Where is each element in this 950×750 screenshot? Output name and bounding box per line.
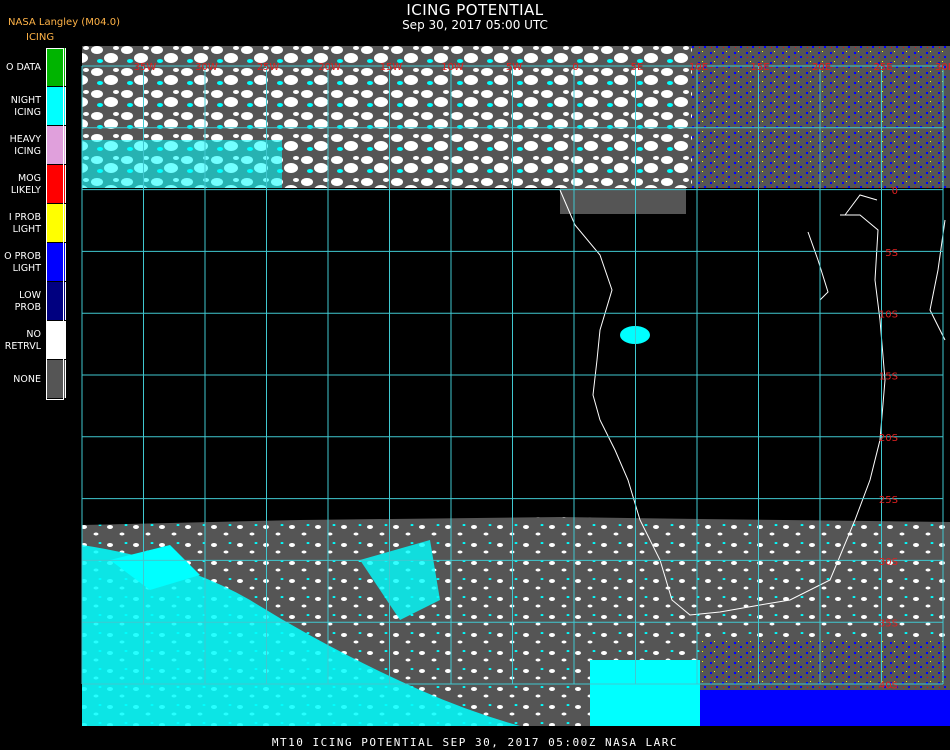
longitude-label: 15E (750, 62, 769, 73)
latitude-label: 30S (879, 557, 898, 568)
latitude-label: 0 (892, 186, 898, 197)
latitude-label: 5S (885, 248, 898, 259)
latitude-label: 35S (879, 619, 898, 630)
legend-label: I PROB LIGHT (8, 211, 41, 235)
latitude-label: 15S (879, 371, 898, 382)
longitude-label: 10W (441, 62, 464, 73)
legend-item: LOW PROB (0, 282, 66, 321)
longitude-label: 30E (935, 62, 950, 73)
legend-title: ICING (26, 32, 55, 43)
legend-label: NONE (13, 373, 41, 385)
footer-caption: MT10 ICING POTENTIAL SEP 30, 2017 05:00Z… (271, 736, 679, 749)
legend-swatch (46, 360, 66, 398)
longitude-label: 10E (689, 62, 708, 73)
latitude-label: 20S (879, 433, 898, 444)
longitude-label: 5E (631, 62, 644, 73)
longitude-label: 15W (380, 62, 403, 73)
latitude-label: 10S (879, 310, 898, 321)
longitude-label: 20W (318, 62, 341, 73)
longitude-label: 25W (257, 62, 280, 73)
legend-label: NO RETRVL (4, 328, 41, 352)
legend-label: O PROB LIGHT (4, 250, 41, 274)
legend-swatch (46, 126, 66, 164)
legend-swatch (46, 165, 66, 203)
legend-swatch (46, 243, 66, 281)
chart-title: ICING POTENTIAL (406, 1, 544, 19)
source-label: NASA Langley (M04.0) (8, 17, 120, 28)
legend-item: NONE (0, 360, 66, 399)
longitude-label: 30W (195, 62, 218, 73)
legend-swatch (46, 87, 66, 125)
legend-item: NIGHT ICING (0, 87, 66, 126)
latitude-label: 40S (879, 680, 898, 691)
longitude-label: 35W (134, 62, 157, 73)
icing-map: 35W 30W 25W 20W 15W 10W 5W 0 5E 10E 15E 20E 25E 30E 0 5… (81, 46, 950, 726)
chart-subtitle: Sep 30, 2017 05:00 UTC (402, 18, 548, 32)
longitude-label: 5W (506, 62, 522, 73)
legend-item: O DATA (0, 48, 66, 87)
legend-label: LOW PROB (14, 289, 41, 313)
legend-swatch (46, 282, 66, 320)
legend-item: O PROB LIGHT (0, 243, 66, 282)
legend-label: MOG LIKELY (10, 172, 41, 196)
longitude-label: 20E (812, 62, 831, 73)
longitude-label: 25E (873, 62, 892, 73)
legend-item: HEAVY ICING (0, 126, 66, 165)
legend-item: NO RETRVL (0, 321, 66, 360)
legend-label: HEAVY ICING (9, 133, 41, 157)
latitude-label: 25S (879, 495, 898, 506)
legend-swatch (46, 321, 66, 359)
legend-item: I PROB LIGHT (0, 204, 66, 243)
legend-swatch (46, 48, 66, 86)
legend-label: NIGHT ICING (10, 94, 41, 118)
legend-label: O DATA (6, 61, 41, 73)
legend-swatch (46, 204, 66, 242)
legend-item: MOG LIKELY (0, 165, 66, 204)
longitude-label: 0 (572, 62, 578, 73)
